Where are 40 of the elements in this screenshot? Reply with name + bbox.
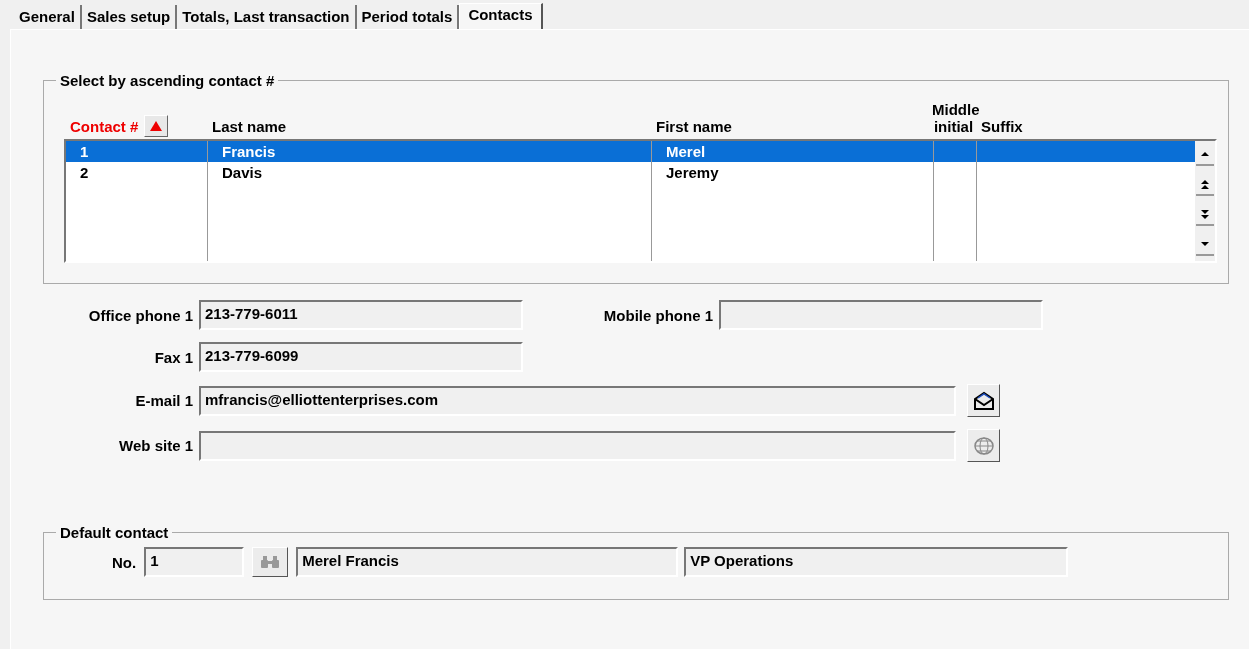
field-label: Fax 1 [153,348,193,366]
text-field[interactable]: 1 [144,547,245,577]
scrollbar[interactable] [1195,141,1215,261]
email-button[interactable] [967,384,1000,417]
globe-icon [972,435,995,456]
tab[interactable]: Contacts [459,3,543,29]
row-cell-text: Davis [221,163,264,183]
sort-button[interactable] [144,115,169,137]
text-field[interactable]: Merel Francis [296,547,679,577]
field-label: Office phone 1 [87,306,193,324]
binoculars-icon [260,555,281,569]
column-header[interactable]: Last name [206,118,650,139]
text-field[interactable]: 213-779-6099 [199,342,523,372]
text-field[interactable]: mfrancis@elliottenterprises.com [199,385,956,416]
list-row[interactable]: 1 Francis Merel [66,141,1195,162]
lookup-button[interactable] [252,547,289,577]
row-cell-text: Merel [665,142,707,162]
text-field[interactable]: VP Operations [684,547,1069,577]
group-title: Select by ascending contact # [56,72,279,89]
row-cell-text: Francis [221,142,277,162]
web-button[interactable] [967,429,1000,462]
page-up-icon [1200,180,1210,190]
sort-ascending-icon [149,120,164,132]
field-label: Web site 1 [118,437,193,454]
group-title: Default contact [56,524,173,541]
envelope-icon [972,390,995,411]
row-cell-text: Jeremy [665,163,720,183]
text-field[interactable] [719,300,1043,330]
column-header[interactable]: Suffix [975,118,1193,139]
field-label: E-mail 1 [134,392,193,409]
text-field[interactable]: 213-779-6011 [199,300,523,330]
list-row[interactable]: 2 Davis Jeremy [66,162,1195,183]
row-cell-text: 2 [79,163,90,183]
row-cell-text: 1 [79,142,90,162]
field-label: Mobile phone 1 [602,306,713,324]
text-field[interactable] [199,430,956,461]
field-label: No. [112,553,137,571]
page-down-icon [1200,210,1210,220]
column-header[interactable]: First name [650,118,932,139]
column-header[interactable]: Contact # [70,117,139,135]
